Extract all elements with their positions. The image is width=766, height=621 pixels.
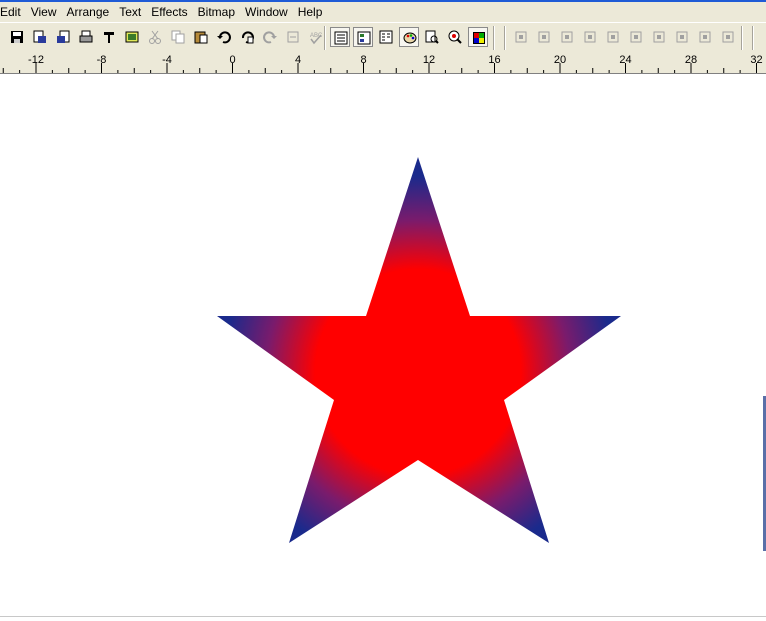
copy-icon: [171, 30, 185, 44]
star-shape[interactable]: [217, 157, 621, 543]
print-button[interactable]: [76, 27, 96, 47]
intersect-button: [695, 27, 715, 47]
color-palette-icon: [403, 32, 417, 44]
combine-icon: [561, 31, 573, 43]
undo-icon: [217, 31, 231, 44]
repeat-button: [283, 27, 303, 47]
undo-list-button[interactable]: [237, 27, 257, 47]
zoom-button[interactable]: [445, 27, 465, 47]
zoom-page-button[interactable]: [422, 27, 442, 47]
weld-icon: [653, 31, 665, 43]
ruler-label: 0: [229, 54, 235, 66]
object-properties-icon: [334, 31, 348, 45]
spell-check-button: ABC: [306, 27, 326, 47]
object-properties-button[interactable]: [330, 27, 350, 47]
spell-check-icon: ABC: [310, 33, 323, 45]
toolbar-separator: [741, 26, 743, 50]
undo-button[interactable]: [214, 27, 234, 47]
color-styles-icon: [473, 32, 485, 44]
weld-button: [649, 27, 669, 47]
color-palette-button[interactable]: [399, 27, 419, 47]
cut-button: [145, 27, 165, 47]
to-front-button: [580, 27, 600, 47]
menu-window[interactable]: Window: [240, 3, 293, 21]
canvas-bottom-border: [0, 616, 766, 617]
menu-text[interactable]: Text: [114, 3, 146, 21]
menu-bitmap[interactable]: Bitmap: [193, 3, 240, 21]
import-button[interactable]: [53, 27, 73, 47]
undo-list-icon: [241, 31, 254, 44]
object-manager-icon: [357, 31, 371, 45]
menu-help[interactable]: Help: [293, 3, 328, 21]
toolbar-separator: [752, 26, 754, 50]
zoom-icon: [448, 30, 462, 44]
horizontal-ruler[interactable]: -12 -8 -4 0 4 8 12 16 20 24 28 32: [0, 52, 766, 74]
ruler-label: 4: [295, 54, 301, 66]
group-button: [511, 27, 531, 47]
menu-edit[interactable]: Edit: [0, 3, 26, 21]
convert-curves-icon: [722, 31, 734, 43]
paste-icon: [194, 31, 208, 44]
toolbar-separator: [504, 26, 506, 50]
break-apart-button: [626, 27, 646, 47]
ruler-label: -12: [28, 54, 44, 66]
menu-view[interactable]: View: [26, 3, 62, 21]
layers-icon: [379, 30, 393, 44]
print-preview-icon: [125, 31, 139, 43]
paste-button[interactable]: [191, 27, 211, 47]
drawing-surface: [217, 157, 621, 543]
print-setup-button[interactable]: [99, 27, 119, 47]
combine-button: [557, 27, 577, 47]
drawing-canvas[interactable]: [0, 74, 766, 618]
print-icon: [79, 30, 93, 43]
ruler-label: -4: [162, 54, 172, 66]
ruler-label: 20: [554, 54, 566, 66]
ruler-label: 8: [360, 54, 366, 66]
export-button[interactable]: [30, 27, 50, 47]
copy-button: [168, 27, 188, 47]
menu-arrange[interactable]: Arrange: [61, 3, 114, 21]
toolbar-separator: [493, 26, 495, 50]
break-apart-icon: [630, 31, 642, 43]
convert-curves-button: [718, 27, 738, 47]
redo-button: [260, 27, 280, 47]
trim-button: [672, 27, 692, 47]
layers-button[interactable]: [376, 27, 396, 47]
import-icon: [57, 30, 70, 43]
print-setup-icon: [104, 32, 114, 43]
menu-bar: Edit View Arrange Text Effects Bitmap Wi…: [0, 2, 766, 22]
ruler-scale: -12 -8 -4 0 4 8 12 16 20 24 28 32: [2, 54, 763, 73]
zoom-page-icon: [425, 30, 439, 44]
print-preview-button[interactable]: [122, 27, 142, 47]
to-back-icon: [607, 31, 619, 43]
ruler-label: 12: [423, 54, 435, 66]
ungroup-icon: [538, 31, 550, 43]
repeat-icon: [287, 31, 299, 43]
export-icon: [33, 30, 46, 43]
trim-icon: [676, 31, 688, 43]
ruler-label: 24: [619, 54, 631, 66]
save-icon: [11, 31, 23, 43]
menu-effects[interactable]: Effects: [146, 3, 192, 21]
ruler-label: 16: [488, 54, 500, 66]
group-icon: [515, 31, 527, 43]
cut-icon: [149, 30, 161, 44]
ruler-label: 28: [685, 54, 697, 66]
save-button[interactable]: [7, 27, 27, 47]
redo-icon: [263, 31, 277, 44]
standard-toolbar: ABC: [0, 22, 766, 52]
color-styles-button[interactable]: [468, 27, 488, 47]
ungroup-button: [534, 27, 554, 47]
to-back-button: [603, 27, 623, 47]
ruler-label: 32: [750, 54, 762, 66]
to-front-icon: [584, 31, 596, 43]
object-manager-button[interactable]: [353, 27, 373, 47]
intersect-icon: [699, 31, 711, 43]
ruler-label: -8: [97, 54, 107, 66]
